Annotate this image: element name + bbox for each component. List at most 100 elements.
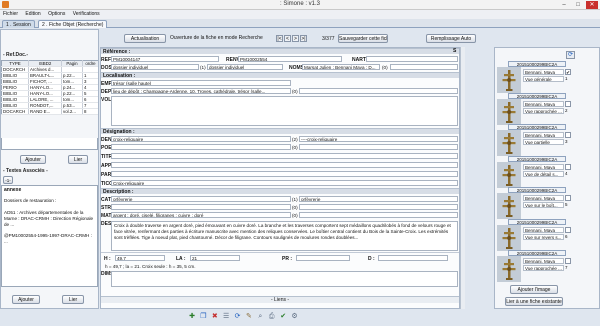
doss-select[interactable]: dossier individuel bbox=[207, 64, 283, 70]
refdoc-row[interactable]: DOCARCH RAND E... vol.2... 8 bbox=[1, 108, 98, 115]
col-ordre[interactable]: ordre bbox=[82, 60, 98, 67]
save-search-button[interactable]: Sauvegarder cette fiche bbox=[338, 34, 388, 43]
tab-fiche-objet[interactable]: 2 . Fiche Objet (Recherche) bbox=[38, 20, 108, 28]
deno-field[interactable]: croix-reliquaire bbox=[111, 136, 291, 142]
photo-item[interactable]: 20151000299BIC2A Bennani, Maya Vue sur rev… bbox=[496, 218, 578, 251]
photo-item[interactable]: 20151000299BIC2A Bennani, Maya Vue partiel… bbox=[496, 124, 578, 156]
photo-thumbnail[interactable] bbox=[497, 224, 521, 251]
photo-item[interactable]: 20151000299BIC2A Bennani, Maya Vue de déta… bbox=[496, 155, 578, 188]
photo-checkbox[interactable] bbox=[565, 226, 571, 233]
refdoc-cell: DOCARCH bbox=[1, 66, 29, 73]
liens-heading[interactable]: - Liens - bbox=[101, 296, 459, 303]
link-existing-button[interactable]: Lier à une fiche existante bbox=[505, 297, 563, 306]
prev-record-button[interactable]: < bbox=[284, 35, 291, 42]
edit-icon[interactable]: ✎ bbox=[245, 313, 253, 321]
stru-select[interactable] bbox=[299, 204, 458, 210]
last-record-button[interactable]: >| bbox=[300, 35, 307, 42]
renv-field[interactable]: PM10002554 bbox=[238, 56, 342, 62]
add-icon[interactable]: ✚ bbox=[188, 313, 196, 321]
textes-count[interactable]: -1- bbox=[3, 176, 13, 184]
refdoc-row[interactable]: BIBLIO FICHOT, ... tom... 3 bbox=[1, 78, 98, 85]
settings-icon[interactable]: ⚙ bbox=[291, 313, 299, 321]
photo-checkbox[interactable] bbox=[565, 258, 571, 264]
photo-checkbox[interactable] bbox=[565, 195, 571, 201]
menu-edition[interactable]: Edition bbox=[22, 10, 43, 17]
photo-thumbnail[interactable] bbox=[497, 67, 521, 93]
tab-session[interactable]: 1 . Session bbox=[2, 20, 35, 28]
menu-options[interactable]: Options bbox=[45, 10, 68, 17]
tico-field[interactable]: Croix-reliquaire bbox=[111, 180, 458, 186]
add-texte-button[interactable]: Ajouter bbox=[12, 295, 40, 304]
duplicate-icon[interactable]: ❐ bbox=[199, 313, 207, 321]
photo-thumbnail[interactable] bbox=[497, 130, 521, 156]
photo-order: 6 bbox=[565, 233, 568, 239]
titr-field[interactable] bbox=[111, 153, 458, 159]
matr-field[interactable]: argent : doré, ciselé, filigranes ; cuiv… bbox=[111, 212, 291, 218]
first-record-button[interactable]: |< bbox=[276, 35, 283, 42]
d-field[interactable] bbox=[378, 255, 448, 261]
photo-checkbox[interactable]: ✔ bbox=[565, 69, 571, 75]
photo-checkbox[interactable] bbox=[565, 132, 571, 138]
empl-field[interactable]: trésor (salle haute) bbox=[111, 80, 291, 86]
delete-icon[interactable]: ✖ bbox=[211, 313, 219, 321]
link-texte-button[interactable]: Lier bbox=[62, 295, 84, 304]
refdoc-row[interactable]: BIBLIO HANY-LO... p.22... 5 bbox=[1, 90, 98, 97]
photo-checkbox[interactable] bbox=[565, 163, 571, 170]
refdoc-row[interactable]: BIBLIO RONDOT,... p.53... 7 bbox=[1, 102, 98, 109]
nart-field[interactable] bbox=[366, 56, 458, 62]
deno-select[interactable]: ----croix-reliquaire bbox=[299, 136, 458, 142]
photo-item[interactable]: 20151000299BIC2A Bennani, Maya Vue rapproc… bbox=[496, 250, 578, 282]
refdoc-row[interactable]: BIBLIO LALORE, ... tom... 6 bbox=[1, 96, 98, 103]
menu-verifications[interactable]: Verifications bbox=[70, 10, 103, 17]
next-record-button[interactable]: > bbox=[292, 35, 299, 42]
actualisation-button[interactable]: Actualisation bbox=[124, 34, 166, 43]
refresh-icon[interactable]: ⟳ bbox=[234, 313, 242, 321]
print-icon[interactable]: ⎙ bbox=[268, 313, 276, 321]
vols-field[interactable] bbox=[111, 96, 458, 126]
add-refdoc-button[interactable]: Ajouter bbox=[20, 155, 46, 164]
la-field[interactable]: 21 bbox=[190, 255, 240, 261]
pr-field[interactable] bbox=[296, 255, 350, 261]
photo-item[interactable]: 20151000299BIC2A Bennani, Maya ✔ Vue généra… bbox=[496, 61, 578, 93]
h-field[interactable]: 49,7 bbox=[115, 255, 165, 261]
depl-field[interactable]: lieu de dépôt : Champagne-Ardenne, 10, T… bbox=[111, 88, 291, 94]
doss-field[interactable]: dossier individuel bbox=[111, 64, 199, 70]
close-button[interactable]: ✕ bbox=[586, 1, 598, 9]
menu-fichier[interactable]: Fichier bbox=[0, 10, 21, 17]
photo-item[interactable]: 20151000299BIC2A Bennani, Maya Vue sur le … bbox=[496, 187, 578, 219]
cate-select[interactable]: orfèvrerie bbox=[299, 196, 458, 202]
dims-field[interactable] bbox=[111, 271, 458, 287]
poen-field[interactable] bbox=[111, 144, 291, 150]
link-refdoc-button[interactable]: Lier bbox=[68, 155, 88, 164]
photo-view: Vue de détail s... bbox=[523, 170, 564, 177]
photo-checkbox[interactable] bbox=[565, 100, 571, 107]
refdoc-row[interactable]: BIBLIO BRAULT-L... p.22... 1 bbox=[1, 72, 98, 79]
ref-field[interactable]: PM10004147 bbox=[111, 56, 219, 62]
photo-thumbnail[interactable] bbox=[497, 256, 521, 282]
stru-field[interactable] bbox=[111, 204, 291, 210]
check-icon[interactable]: ✔ bbox=[279, 313, 287, 321]
desc-field[interactable]: Croix à double traverse en argent doré, … bbox=[111, 221, 458, 251]
cate-field[interactable]: orfèvrerie bbox=[111, 196, 291, 202]
photo-thumbnail[interactable] bbox=[497, 193, 521, 219]
parn-field[interactable] bbox=[111, 171, 458, 177]
auto-fill-button[interactable]: Remplissage Auto bbox=[426, 34, 476, 43]
list-icon[interactable]: ☰ bbox=[222, 313, 230, 321]
refresh-photos-icon[interactable]: ⟳ bbox=[566, 51, 575, 59]
photo-thumbnail[interactable] bbox=[497, 98, 521, 125]
search-icon[interactable]: ⌕ bbox=[256, 313, 264, 321]
matr-select[interactable] bbox=[299, 212, 458, 218]
poen-select[interactable] bbox=[299, 144, 458, 150]
noms-select[interactable] bbox=[390, 64, 458, 70]
form-scrollbar[interactable] bbox=[460, 47, 465, 309]
refdoc-row[interactable]: PERIO HANY-LO... p.24... 4 bbox=[1, 84, 98, 91]
add-image-button[interactable]: Ajouter l'image bbox=[510, 285, 558, 294]
noms-field[interactable]: Marsat Julien ; Bennani Maya ; D... bbox=[302, 64, 380, 70]
maximize-button[interactable]: □ bbox=[572, 1, 584, 9]
photo-item[interactable]: 20151000299BIC2A Bennani, Maya Vue rapproc… bbox=[496, 92, 578, 125]
depl-select[interactable] bbox=[299, 88, 458, 94]
photo-order: 3 bbox=[565, 139, 568, 144]
appl-field[interactable] bbox=[111, 162, 458, 168]
photo-thumbnail[interactable] bbox=[497, 161, 521, 188]
minimize-button[interactable]: – bbox=[558, 1, 570, 9]
